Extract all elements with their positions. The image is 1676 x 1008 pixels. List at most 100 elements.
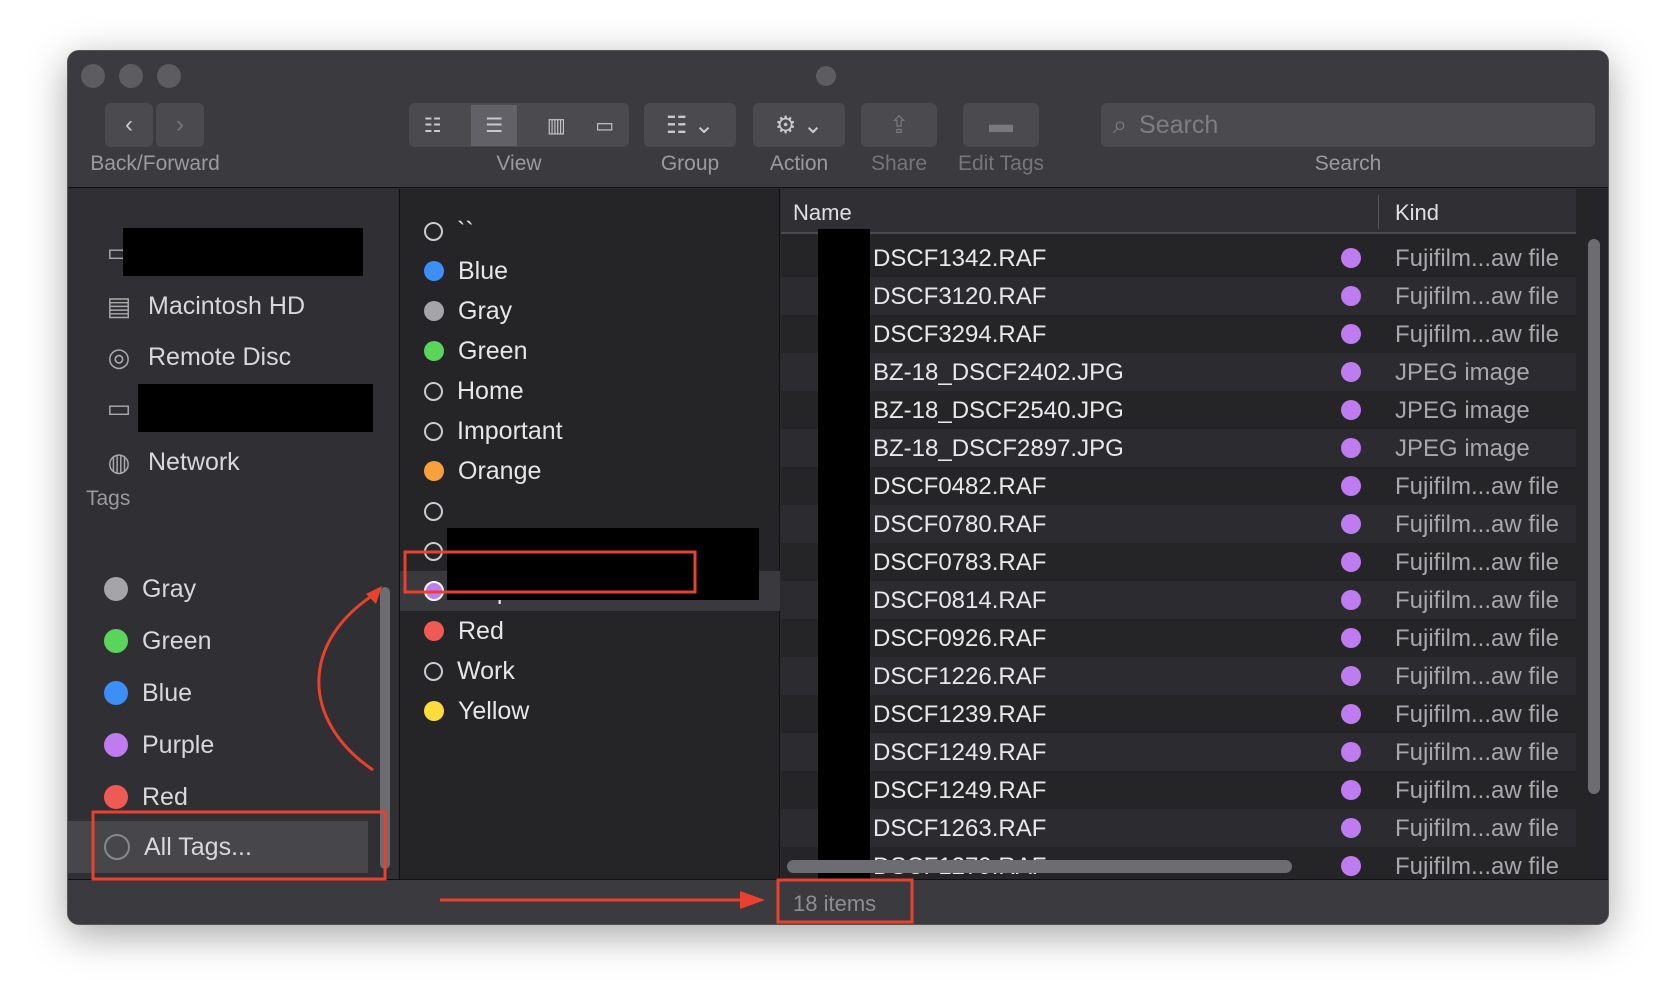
file-kind: JPEG image bbox=[1395, 359, 1530, 386]
tag-column-item[interactable]: Yellow bbox=[424, 693, 529, 729]
tag-column-item[interactable] bbox=[424, 493, 457, 529]
back-forward-label: Back/Forward bbox=[90, 152, 220, 175]
action-button[interactable]: ⚙ ⌄ bbox=[753, 103, 845, 147]
tag-column-label: Yellow bbox=[458, 696, 530, 725]
sidebar-tag-gray[interactable]: Gray bbox=[104, 569, 374, 609]
list-view-icon[interactable]: ☰ bbox=[471, 104, 518, 146]
purple-tag-dot-icon bbox=[1341, 324, 1361, 344]
close-button[interactable] bbox=[81, 64, 105, 88]
sidebar-item[interactable]: ▤ Macintosh HD bbox=[104, 286, 374, 326]
window-dot bbox=[816, 66, 836, 86]
file-kind: Fujifilm...aw file bbox=[1395, 777, 1560, 804]
file-name: DSCF1249.RAF bbox=[873, 739, 1047, 766]
laptop-icon: ▭ bbox=[106, 392, 132, 423]
table-row[interactable]: DSCF1342.RAF Fujifilm...aw file bbox=[781, 239, 1576, 277]
sidebar-tag-label: Red bbox=[142, 782, 188, 811]
column-view-icon[interactable]: ▥ bbox=[547, 113, 566, 138]
purple-tag-dot-icon bbox=[1341, 438, 1361, 458]
file-name: DSCF0926.RAF bbox=[873, 625, 1047, 652]
sidebar-item[interactable]: ◎ Remote Disc bbox=[104, 337, 374, 377]
tag-column-item[interactable]: Home bbox=[424, 373, 524, 409]
purple-tag-dot-icon bbox=[1341, 856, 1361, 876]
tag-column-item[interactable]: Green bbox=[424, 333, 527, 369]
file-kind: Fujifilm...aw file bbox=[1395, 283, 1560, 310]
table-row[interactable]: DSCF1263.RAF Fujifilm...aw file bbox=[781, 809, 1576, 847]
file-name: DSCF1239.RAF bbox=[873, 701, 1047, 728]
horizontal-scrollbar[interactable] bbox=[787, 860, 1292, 873]
table-row[interactable]: BZ-18_DSCF2402.JPG JPEG image bbox=[781, 353, 1576, 391]
column-header-name[interactable]: Name bbox=[793, 200, 852, 226]
sidebar-tag-purple[interactable]: Purple bbox=[104, 725, 374, 765]
file-name: DSCF0814.RAF bbox=[873, 587, 1047, 614]
table-row[interactable]: DSCF0783.RAF Fujifilm...aw file bbox=[781, 543, 1576, 581]
tags-column: ``BlueGrayGreenHomeImportantOrangePurple… bbox=[399, 189, 780, 879]
tag-dot-icon bbox=[424, 261, 444, 281]
sidebar-tag-green[interactable]: Green bbox=[104, 621, 374, 661]
table-row[interactable]: DSCF1249.RAF Fujifilm...aw file bbox=[781, 771, 1576, 809]
globe-icon: ◍ bbox=[107, 446, 131, 477]
zoom-button[interactable] bbox=[157, 64, 181, 88]
sidebar-tag-blue[interactable]: Blue bbox=[104, 673, 374, 713]
vertical-scrollbar[interactable] bbox=[1588, 239, 1600, 794]
group-button[interactable]: ☷ ⌄ bbox=[644, 103, 736, 147]
list-header: Name Kind bbox=[781, 189, 1576, 234]
sidebar-item[interactable]: ◍ Network bbox=[104, 442, 374, 482]
tag-column-item[interactable]: `` bbox=[424, 213, 474, 249]
purple-tag-dot-icon bbox=[1341, 552, 1361, 572]
sidebar-tag-label: Green bbox=[142, 626, 212, 655]
tag-column-item[interactable]: Red bbox=[424, 613, 504, 649]
all-tags-label: All Tags... bbox=[144, 832, 252, 861]
sidebar-item-label: Macintosh HD bbox=[148, 291, 305, 320]
tag-column-item[interactable]: Orange bbox=[424, 453, 541, 489]
all-tags-item[interactable]: All Tags... bbox=[68, 821, 368, 873]
icon-view-icon[interactable]: ☷ bbox=[424, 113, 442, 138]
purple-tag-dot-icon bbox=[1341, 476, 1361, 496]
table-row[interactable]: DSCF0780.RAF Fujifilm...aw file bbox=[781, 505, 1576, 543]
tag-icon: ▬ bbox=[989, 111, 1013, 138]
table-row[interactable]: DSCF3294.RAF Fujifilm...aw file bbox=[781, 315, 1576, 353]
tag-column-item[interactable]: Important bbox=[424, 413, 563, 449]
search-placeholder: Search bbox=[1139, 110, 1219, 139]
blue-tag-dot-icon bbox=[104, 681, 128, 705]
file-kind: Fujifilm...aw file bbox=[1395, 815, 1560, 842]
redacted-region bbox=[123, 228, 363, 276]
file-kind: JPEG image bbox=[1395, 435, 1530, 462]
tag-dot-icon bbox=[424, 621, 444, 641]
file-name: DSCF1263.RAF bbox=[873, 815, 1047, 842]
table-row[interactable]: BZ-18_DSCF2540.JPG JPEG image bbox=[781, 391, 1576, 429]
table-row[interactable]: DSCF0482.RAF Fujifilm...aw file bbox=[781, 467, 1576, 505]
sidebar-scrollbar[interactable] bbox=[380, 587, 390, 869]
file-kind: JPEG image bbox=[1395, 397, 1530, 424]
table-row[interactable]: DSCF1226.RAF Fujifilm...aw file bbox=[781, 657, 1576, 695]
minimize-button[interactable] bbox=[119, 64, 143, 88]
share-button[interactable]: ⇪ bbox=[861, 103, 937, 147]
column-header-kind[interactable]: Kind bbox=[1395, 200, 1439, 226]
column-divider[interactable] bbox=[1378, 195, 1379, 229]
table-row[interactable]: DSCF3120.RAF Fujifilm...aw file bbox=[781, 277, 1576, 315]
table-row[interactable]: DSCF0926.RAF Fujifilm...aw file bbox=[781, 619, 1576, 657]
tag-ring-icon bbox=[424, 421, 443, 441]
tag-column-item[interactable]: Blue bbox=[424, 253, 508, 289]
table-row[interactable]: BZ-18_DSCF2897.JPG JPEG image bbox=[781, 429, 1576, 467]
tag-column-item[interactable]: Gray bbox=[424, 293, 512, 329]
forward-button[interactable]: › bbox=[156, 103, 204, 147]
redacted-region bbox=[138, 384, 373, 432]
view-segmented-control[interactable]: ☷ ☰ ▥ ▭ bbox=[409, 103, 629, 147]
tag-dot-icon bbox=[424, 581, 444, 601]
redacted-region bbox=[818, 229, 870, 879]
table-row[interactable]: DSCF1239.RAF Fujifilm...aw file bbox=[781, 695, 1576, 733]
gallery-view-icon[interactable]: ▭ bbox=[595, 113, 614, 138]
tag-column-item[interactable]: Work bbox=[424, 653, 515, 689]
edit-tags-button[interactable]: ▬ bbox=[963, 103, 1039, 147]
sidebar-tag-red[interactable]: Red bbox=[104, 777, 374, 817]
file-name: DSCF0780.RAF bbox=[873, 511, 1047, 538]
share-label: Share bbox=[870, 152, 928, 175]
purple-tag-dot-icon bbox=[1341, 818, 1361, 838]
tag-column-label: Green bbox=[458, 336, 528, 365]
table-row[interactable]: DSCF0814.RAF Fujifilm...aw file bbox=[781, 581, 1576, 619]
tag-dot-icon bbox=[424, 461, 444, 481]
search-field[interactable]: ⌕ Search bbox=[1101, 103, 1595, 147]
table-row[interactable]: DSCF1249.RAF Fujifilm...aw file bbox=[781, 733, 1576, 771]
action-label: Action bbox=[769, 152, 829, 175]
back-button[interactable]: ‹ bbox=[105, 103, 153, 147]
